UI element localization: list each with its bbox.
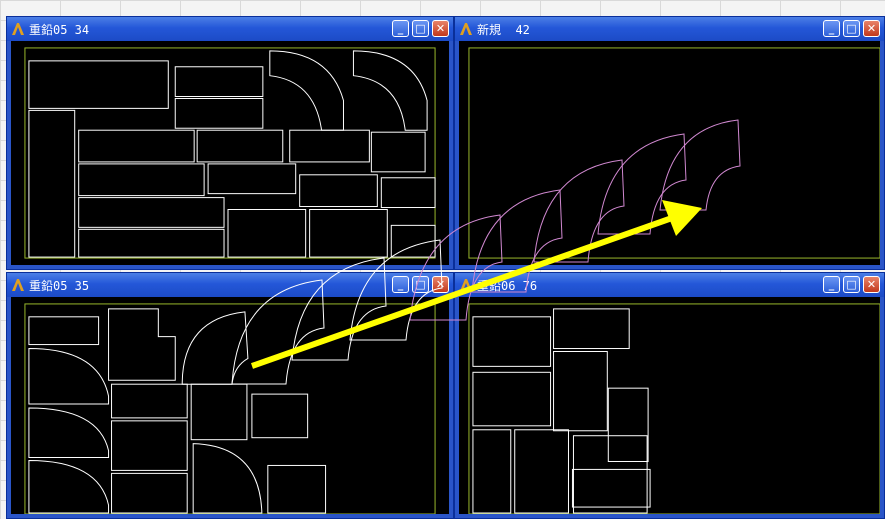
window-top-right: 新規 42 _ □ ✕: [454, 16, 885, 270]
nesting-drawing: [468, 47, 880, 259]
close-button[interactable]: ✕: [432, 276, 449, 293]
titlebar[interactable]: 重鉛06 76 _ □ ✕: [455, 273, 884, 297]
app-icon: [460, 23, 472, 35]
minimize-button[interactable]: _: [392, 20, 409, 37]
nesting-canvas[interactable]: [11, 297, 449, 514]
app-icon: [460, 279, 472, 291]
nesting-drawing: [468, 303, 880, 514]
nesting-canvas[interactable]: [459, 297, 880, 514]
maximize-button[interactable]: □: [843, 276, 860, 293]
window-bottom-left: 重鉛05 35 _ □ ✕: [6, 272, 454, 519]
part-outlines: [472, 308, 651, 514]
titlebar[interactable]: 重鉛05 35 _ □ ✕: [7, 273, 453, 297]
close-button[interactable]: ✕: [863, 20, 880, 37]
nesting-drawing: [24, 47, 436, 259]
minimize-button[interactable]: _: [392, 276, 409, 293]
maximize-button[interactable]: □: [412, 20, 429, 37]
nesting-canvas[interactable]: [11, 41, 449, 265]
sheet-border: [24, 47, 436, 259]
close-button[interactable]: ✕: [432, 20, 449, 37]
window-title: 重鉛06 76: [477, 279, 538, 293]
nesting-canvas[interactable]: [459, 41, 880, 265]
app-icon: [12, 23, 24, 35]
app-icon: [12, 279, 24, 291]
window-bottom-right: 重鉛06 76 _ □ ✕: [454, 272, 885, 519]
close-button[interactable]: ✕: [863, 276, 880, 293]
part-outlines: [28, 50, 436, 258]
titlebar[interactable]: 新規 42 _ □ ✕: [455, 17, 884, 41]
nesting-drawing: [24, 303, 436, 514]
sheet-border: [468, 47, 880, 259]
window-title: 新規 42: [477, 23, 530, 37]
sheet-border: [468, 303, 880, 514]
maximize-button[interactable]: □: [412, 276, 429, 293]
minimize-button[interactable]: _: [823, 276, 840, 293]
window-top-left: 重鉛05 34 _ □ ✕: [6, 16, 454, 270]
sheet-border: [24, 303, 436, 514]
maximize-button[interactable]: □: [843, 20, 860, 37]
window-title: 重鉛05 34: [29, 23, 90, 37]
minimize-button[interactable]: _: [823, 20, 840, 37]
part-outlines: [28, 308, 327, 514]
titlebar[interactable]: 重鉛05 34 _ □ ✕: [7, 17, 453, 41]
window-title: 重鉛05 35: [29, 279, 90, 293]
